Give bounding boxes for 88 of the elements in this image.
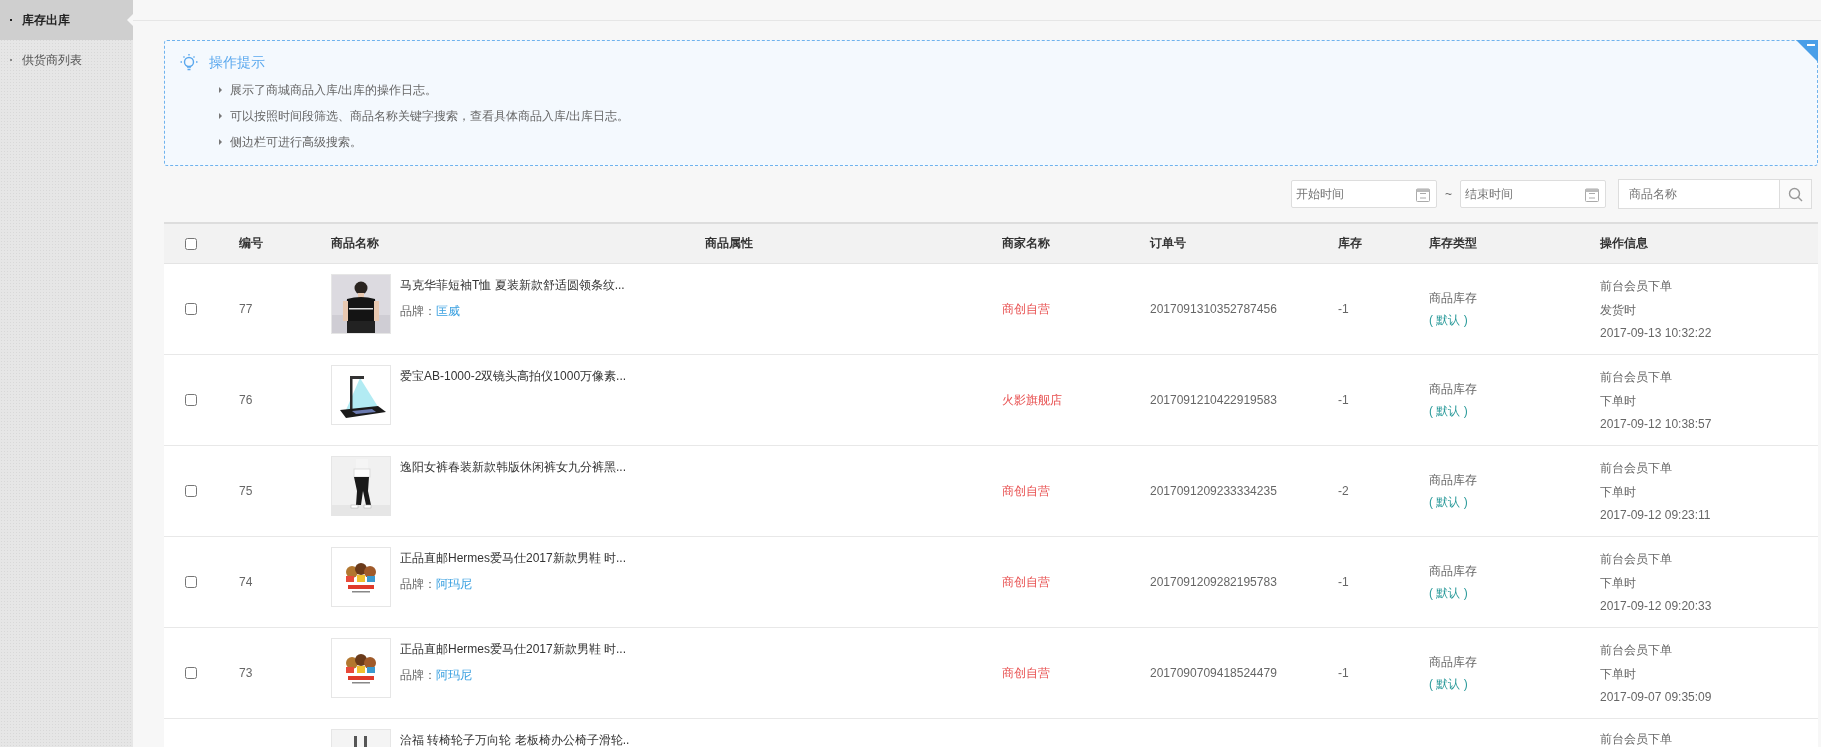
id-cell: 75	[239, 484, 253, 498]
bullet-icon	[219, 87, 222, 93]
tip-text: 可以按照时间段筛选、商品名称关键字搜索，查看具体商品入库/出库日志。	[230, 107, 630, 125]
row-checkbox[interactable]	[185, 485, 197, 497]
row-checkbox[interactable]	[185, 576, 197, 588]
product-name[interactable]: 正品直邮Hermes爱马仕2017新款男鞋 时...	[400, 550, 627, 567]
shop-name: 商创自营	[1002, 664, 1050, 682]
search-button[interactable]	[1779, 180, 1811, 208]
operation-info: 下单时	[1600, 393, 1636, 410]
operation-info: 2017-09-07 09:35:09	[1600, 690, 1712, 704]
range-separator: ~	[1445, 187, 1452, 201]
column-header: 操作信息	[1600, 235, 1648, 252]
operation-info: 2017-09-12 09:23:11	[1600, 508, 1711, 522]
operation-info: 2017-09-13 10:32:22	[1600, 326, 1712, 340]
stock-type: 商品库存	[1429, 380, 1477, 398]
order-number: 2017091209282195783	[1150, 575, 1277, 589]
default-tag: ( 默认 )	[1429, 493, 1468, 511]
product-name[interactable]: 爱宝AB-1000-2双镜头高拍仪1000万像素...	[400, 368, 627, 385]
bullet-icon	[219, 139, 222, 145]
product-name[interactable]: 正品直邮Hermes爱马仕2017新款男鞋 时...	[400, 641, 627, 658]
column-header: 商品名称	[331, 235, 379, 252]
column-header: 库存	[1338, 235, 1362, 252]
stock-cell: -1	[1338, 302, 1349, 316]
column-header: 订单号	[1150, 235, 1186, 252]
operation-info: 前台会员下单	[1600, 278, 1672, 295]
brand-label: 品牌：	[400, 304, 436, 318]
column-header: 商品属性	[705, 235, 753, 252]
operation-info: 前台会员下单	[1600, 460, 1672, 477]
shop-name: 商创自营	[1002, 300, 1050, 318]
row-checkbox[interactable]	[185, 303, 197, 315]
row-checkbox[interactable]	[185, 394, 197, 406]
stock-type: 商品库存	[1429, 471, 1477, 489]
stock-type: 商品库存	[1429, 562, 1477, 580]
operation-info: 2017-09-12 10:38:57	[1600, 417, 1712, 431]
column-header: 商家名称	[1002, 235, 1050, 252]
operation-info: 下单时	[1600, 666, 1636, 683]
default-tag: ( 默认 )	[1429, 311, 1468, 329]
product-name[interactable]: 逸阳女裤春装新款韩版休闲裤女九分裤黑...	[400, 459, 626, 476]
id-cell: 73	[239, 666, 253, 680]
brand-label: 品牌：	[400, 577, 436, 591]
start-date-field[interactable]: 开始时间	[1291, 180, 1437, 208]
id-cell: 74	[239, 575, 253, 589]
shop-name: 商创自营	[1002, 482, 1050, 500]
order-number: 2017090709418524479	[1150, 666, 1277, 680]
order-number: 2017091209233334235	[1150, 484, 1277, 498]
bullet-icon	[219, 113, 222, 119]
stock-cell: -1	[1338, 575, 1349, 589]
shop-name: 火影旗舰店	[1002, 391, 1062, 409]
stock-cell: -2	[1338, 484, 1349, 498]
operation-info: 前台会员下单	[1600, 551, 1672, 568]
product-name[interactable]: 洽福 转椅轮子万向轮 老板椅办公椅子滑轮..	[400, 732, 630, 747]
calendar-icon	[1585, 186, 1599, 202]
column-header: 库存类型	[1429, 235, 1477, 252]
operation-info: 下单时	[1600, 575, 1636, 592]
operation-info: 前台会员下单	[1600, 731, 1672, 747]
default-tag: ( 默认 )	[1429, 675, 1468, 693]
stock-cell: -1	[1338, 666, 1349, 680]
sidebar-item[interactable]: 供货商列表	[0, 40, 133, 80]
calendar-icon	[1416, 186, 1430, 202]
end-date-field[interactable]: 结束时间	[1460, 180, 1606, 208]
row-checkbox[interactable]	[185, 667, 197, 679]
tips-title: 操作提示	[209, 54, 265, 72]
stock-type: 商品库存	[1429, 289, 1477, 307]
id-cell: 77	[239, 302, 253, 316]
lightbulb-icon	[179, 53, 199, 73]
operation-info: 下单时	[1600, 484, 1636, 501]
operation-info: 2017-09-12 09:20:33	[1600, 599, 1712, 613]
default-tag: ( 默认 )	[1429, 584, 1468, 602]
product-name[interactable]: 马克华菲短袖T恤 夏装新款舒适圆领条纹...	[400, 277, 625, 294]
brand-label: 品牌：	[400, 668, 436, 682]
shop-name: 商创自营	[1002, 573, 1050, 591]
search-box[interactable]: 商品名称	[1618, 179, 1812, 209]
stock-cell: -1	[1338, 393, 1349, 407]
order-number: 2017091310352787456	[1150, 302, 1277, 316]
stock-type: 商品库存	[1429, 653, 1477, 671]
operation-info: 前台会员下单	[1600, 642, 1672, 659]
collapse-icon[interactable]	[1796, 40, 1818, 62]
sidebar-item[interactable]: 库存出库	[0, 0, 133, 40]
id-cell: 76	[239, 393, 253, 407]
order-number: 2017091210422919583	[1150, 393, 1277, 407]
operation-info: 前台会员下单	[1600, 369, 1672, 386]
search-icon	[1788, 186, 1803, 202]
tip-text: 侧边栏可进行高级搜索。	[230, 133, 362, 151]
operation-info: 发货时	[1600, 302, 1636, 319]
tip-text: 展示了商城商品入库/出库的操作日志。	[230, 81, 438, 99]
select-all-checkbox[interactable]	[185, 237, 197, 250]
column-header: 编号	[239, 235, 263, 252]
default-tag: ( 默认 )	[1429, 402, 1468, 420]
